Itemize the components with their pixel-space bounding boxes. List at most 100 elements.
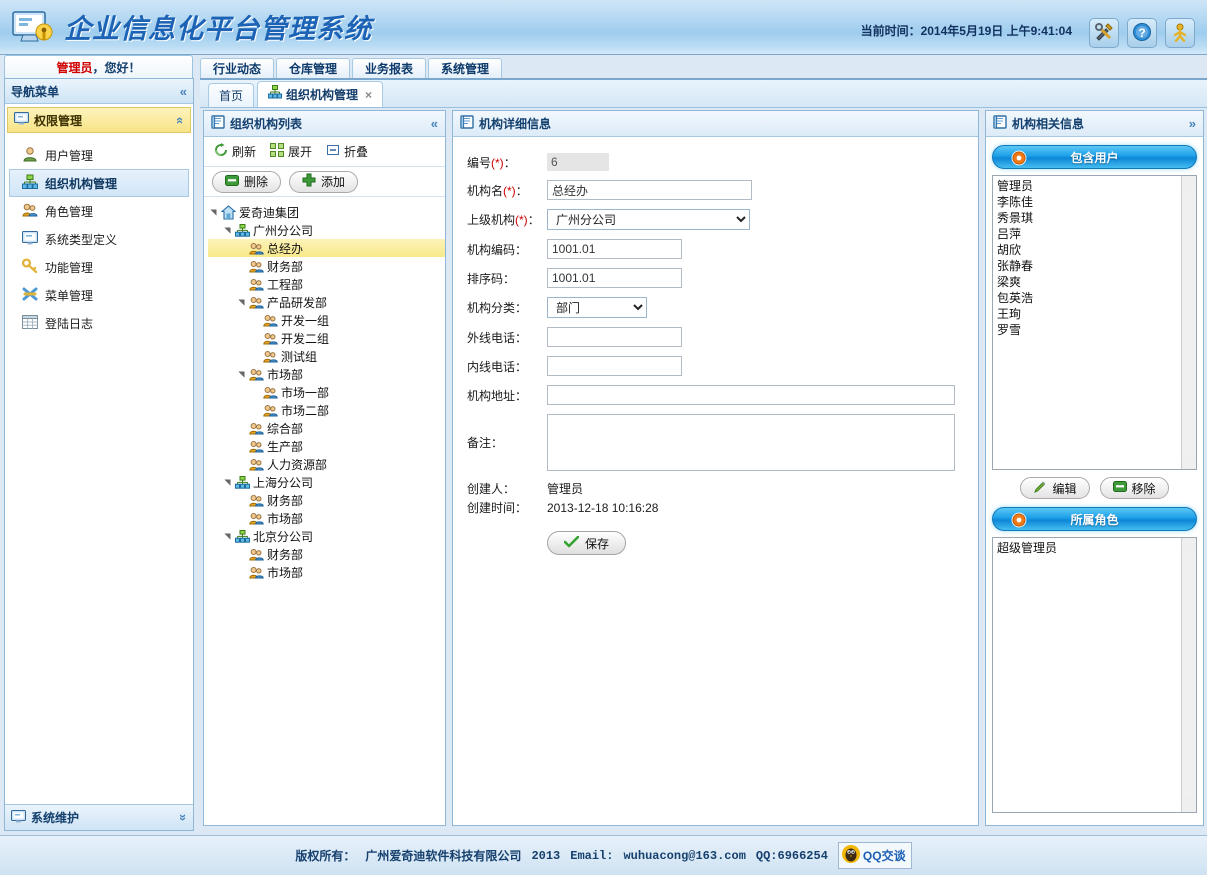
contained-users-listbox[interactable]: 管理员 李陈佳 秀景琪 吕萍 胡欣 张静春 梁爽 包英浩 王珣 罗雪 (992, 175, 1197, 470)
tree-expand-arrow-icon[interactable]: ◢ (223, 225, 232, 235)
list-item[interactable]: 王珣 (997, 306, 1192, 322)
nav-group-permission[interactable]: 权限管理 « (7, 107, 191, 133)
panel-title: 机构详细信息 (479, 117, 552, 131)
list-item[interactable]: 罗雪 (997, 322, 1192, 338)
tab-home[interactable]: 首页 (208, 83, 255, 107)
sidebar-item-org[interactable]: 组织机构管理 (9, 169, 189, 197)
users-scrollbar[interactable] (1181, 176, 1196, 469)
tree-node[interactable]: 开发一组 (208, 311, 445, 329)
dept-icon (263, 314, 278, 327)
list-item[interactable]: 秀景琪 (997, 210, 1192, 226)
outer-phone-field[interactable] (547, 327, 682, 347)
tree-expand-arrow-icon[interactable]: ◢ (237, 369, 246, 379)
chevron-left-icon[interactable]: « (431, 116, 438, 131)
field-row-inner-phone: 内线电话： (467, 356, 978, 376)
org-type-select[interactable]: 部门 (547, 297, 647, 318)
roles-scrollbar[interactable] (1181, 538, 1196, 812)
qq-chat-button[interactable]: QQ交谈 (837, 842, 912, 869)
scroll-up-arrow[interactable] (1182, 176, 1196, 191)
close-icon[interactable]: × (365, 82, 372, 108)
name-field[interactable] (547, 180, 752, 200)
contained-users-section-button[interactable]: 包含用户 (992, 145, 1197, 169)
list-item[interactable]: 包英浩 (997, 290, 1192, 306)
tools-button[interactable] (1089, 18, 1119, 48)
chevron-up-icon[interactable]: « (173, 116, 188, 123)
user-account-button[interactable] (1165, 18, 1195, 48)
sidebar-item-functions[interactable]: 功能管理 (9, 253, 189, 281)
tree-node[interactable]: ◢ 爱奇迪集团 (208, 203, 445, 221)
list-item[interactable]: 张静春 (997, 258, 1192, 274)
tree-node[interactable]: 开发二组 (208, 329, 445, 347)
sidebar-item-roles[interactable]: 角色管理 (9, 197, 189, 225)
remark-field[interactable] (547, 414, 955, 471)
tree-node[interactable]: 财务部 (208, 257, 445, 275)
sort-code-field[interactable] (547, 268, 682, 288)
top-menu-item-system[interactable]: 系统管理 (428, 58, 503, 79)
tree-node[interactable]: 总经办 (208, 239, 445, 257)
tab-org-management[interactable]: 组织机构管理 × (257, 81, 384, 108)
scroll-down-arrow[interactable] (1182, 797, 1196, 812)
tree-expand-arrow-icon[interactable]: ◢ (223, 477, 232, 487)
tree-node[interactable]: 市场二部 (208, 401, 445, 419)
help-button[interactable]: ? (1127, 18, 1157, 48)
sidebar-item-menus[interactable]: 菜单管理 (9, 281, 189, 309)
tree-node[interactable]: 市场一部 (208, 383, 445, 401)
list-item[interactable]: 李陈佳 (997, 194, 1192, 210)
tree-node[interactable]: 市场部 (208, 563, 445, 581)
chevron-left-icon[interactable]: « (180, 84, 187, 99)
tree-node[interactable]: 综合部 (208, 419, 445, 437)
edit-user-button[interactable]: 编辑 (1020, 477, 1090, 499)
address-field[interactable] (547, 385, 955, 405)
inner-phone-field[interactable] (547, 356, 682, 376)
tree-node[interactable]: 测试组 (208, 347, 445, 365)
save-button[interactable]: 保存 (547, 531, 627, 555)
tree-node[interactable]: ◢ 市场部 (208, 365, 445, 383)
expand-all-label: 展开 (288, 145, 313, 159)
collapse-all-label: 折叠 (344, 145, 369, 159)
tree-node[interactable]: ◢ 广州分公司 (208, 221, 445, 239)
list-item[interactable]: 吕萍 (997, 226, 1192, 242)
refresh-button[interactable]: 刷新 (214, 143, 256, 160)
tree-node[interactable]: 财务部 (208, 545, 445, 563)
add-button[interactable]: 添加 (289, 170, 359, 193)
scroll-down-arrow[interactable] (1182, 454, 1196, 469)
tree-node[interactable]: 工程部 (208, 275, 445, 293)
field-row-type: 机构分类： 部门 (467, 297, 978, 318)
list-item[interactable]: 超级管理员 (997, 540, 1192, 556)
tree-node[interactable]: ◢ 产品研发部 (208, 293, 445, 311)
top-menu-item-reports[interactable]: 业务报表 (352, 58, 427, 79)
top-menu-item-warehouse[interactable]: 仓库管理 (276, 58, 351, 79)
tree-node[interactable]: 人力资源部 (208, 455, 445, 473)
tree-expand-arrow-icon[interactable]: ◢ (237, 297, 246, 307)
owned-roles-section-button[interactable]: 所属角色 (992, 507, 1197, 531)
list-item[interactable]: 管理员 (997, 178, 1192, 194)
tree-node[interactable]: 市场部 (208, 509, 445, 527)
remove-user-button[interactable]: 移除 (1099, 477, 1169, 499)
tree-node[interactable]: ◢ 北京分公司 (208, 527, 445, 545)
tree-expand-arrow-icon[interactable]: ◢ (223, 531, 232, 541)
scroll-up-arrow[interactable] (1182, 538, 1196, 553)
tree-action-buttons: 删除 添加 (204, 167, 445, 197)
list-item[interactable]: 梁爽 (997, 274, 1192, 290)
delete-button[interactable]: 删除 (212, 170, 282, 193)
sidebar-item-users[interactable]: 用户管理 (9, 141, 189, 169)
branch-icon (235, 475, 250, 489)
owned-roles-listbox[interactable]: 超级管理员 (992, 537, 1197, 813)
chevron-down-icon[interactable]: » (176, 814, 191, 821)
collapse-all-button[interactable]: 折叠 (326, 143, 368, 160)
tree-node-label: 财务部 (267, 547, 304, 562)
tree-node[interactable]: ◢ 上海分公司 (208, 473, 445, 491)
nav-group-maintenance[interactable]: 系统维护 » (5, 804, 193, 830)
top-menu-item-industry[interactable]: 行业动态 (200, 58, 275, 79)
expand-all-button[interactable]: 展开 (270, 143, 312, 160)
chevron-right-icon[interactable]: » (1189, 116, 1196, 131)
tree-node[interactable]: 生产部 (208, 437, 445, 455)
sidebar-item-login-log[interactable]: 登陆日志 (9, 309, 189, 337)
tree-expand-arrow-icon[interactable]: ◢ (209, 207, 218, 217)
parent-org-select[interactable]: 广州分公司 (547, 209, 750, 230)
tree-node-label: 市场部 (267, 367, 304, 382)
org-code-field[interactable] (547, 239, 682, 259)
tree-node[interactable]: 财务部 (208, 491, 445, 509)
list-item[interactable]: 胡欣 (997, 242, 1192, 258)
sidebar-item-system-type[interactable]: 系统类型定义 (9, 225, 189, 253)
